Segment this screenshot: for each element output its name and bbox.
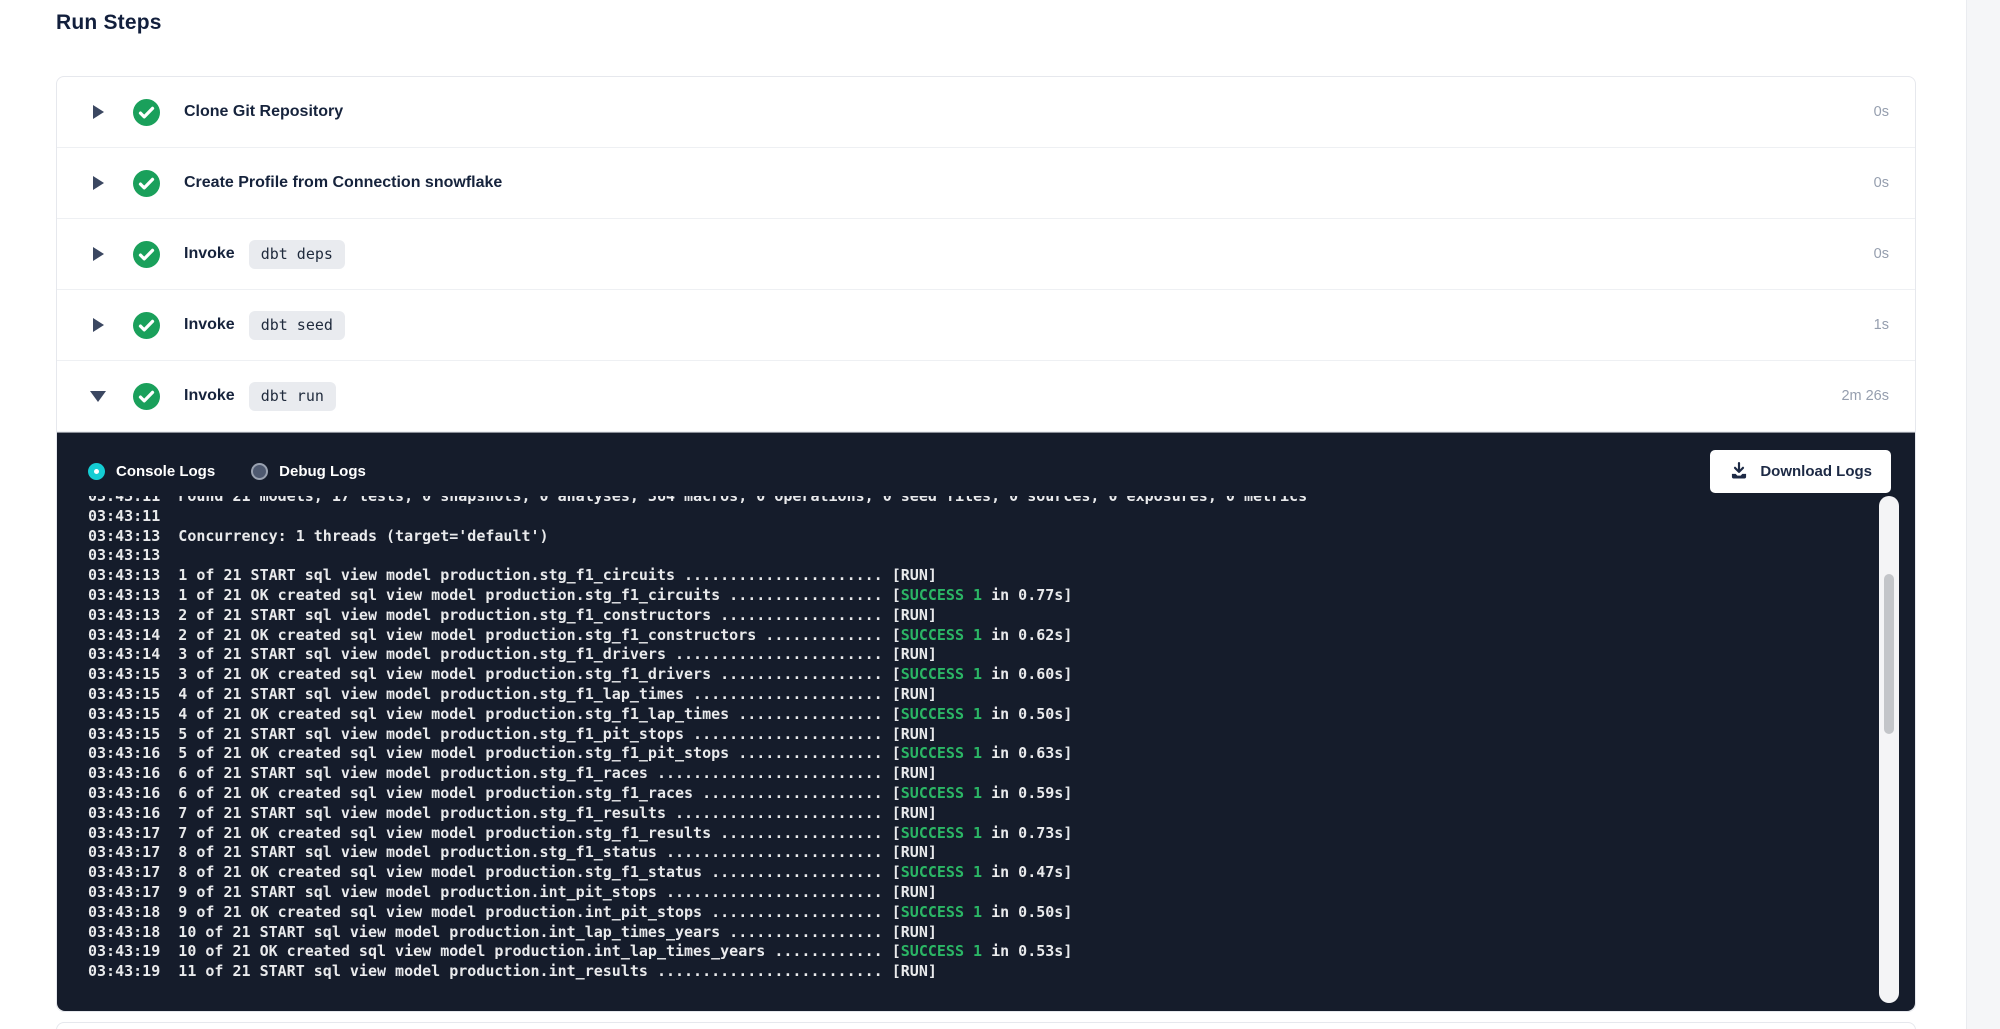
- step-title: Invoke: [184, 316, 235, 334]
- log-line: 03:43:15 3 of 21 OK created sql view mod…: [88, 665, 1871, 685]
- step-title: Invoke: [184, 245, 235, 263]
- step-row-2[interactable]: Create Profile from Connection snowflake…: [57, 148, 1915, 219]
- page-gutter: [1966, 0, 2000, 1029]
- step-command-badge: dbt run: [249, 382, 336, 411]
- download-logs-button[interactable]: Download Logs: [1710, 450, 1891, 493]
- step-row-1[interactable]: Clone Git Repository 0s: [57, 77, 1915, 148]
- radio-unselected-icon[interactable]: [251, 463, 268, 480]
- log-line: 03:43:17 7 of 21 OK created sql view mod…: [88, 824, 1871, 844]
- log-line: 03:43:19 10 of 21 OK created sql view mo…: [88, 942, 1871, 962]
- caret-down-icon[interactable]: [90, 391, 106, 402]
- page: Run Steps Clone Git Repository0sCreate P…: [0, 0, 2000, 1029]
- debug-logs-label: Debug Logs: [279, 463, 366, 480]
- log-line: 03:43:13 2 of 21 START sql view model pr…: [88, 606, 1871, 626]
- step-row-4[interactable]: Invoke dbt seed 1s: [57, 290, 1915, 361]
- log-line: 03:43:16 5 of 21 OK created sql view mod…: [88, 744, 1871, 764]
- log-line: 03:43:17 8 of 21 OK created sql view mod…: [88, 863, 1871, 883]
- caret-right-icon[interactable]: [93, 105, 104, 119]
- step-title: Invoke: [184, 387, 235, 405]
- step-duration: 0s: [1874, 246, 1889, 262]
- step-duration: 2m 26s: [1841, 388, 1889, 404]
- step-command-badge: dbt seed: [249, 311, 345, 340]
- log-line: 03:43:11: [88, 507, 1871, 527]
- download-icon: [1729, 461, 1749, 481]
- success-check-icon: [133, 383, 160, 410]
- page-title: Run Steps: [56, 11, 162, 35]
- caret-right-icon[interactable]: [93, 318, 104, 332]
- log-line: 03:43:13 1 of 21 OK created sql view mod…: [88, 586, 1871, 606]
- log-line: 03:43:15 5 of 21 START sql view model pr…: [88, 725, 1871, 745]
- log-line: 03:43:15 4 of 21 START sql view model pr…: [88, 685, 1871, 705]
- log-line: 03:43:16 6 of 21 OK created sql view mod…: [88, 784, 1871, 804]
- terminal-log[interactable]: 03:43:11 Found 21 models, 17 tests, 0 sn…: [57, 496, 1871, 1011]
- log-line: 03:43:11 Found 21 models, 17 tests, 0 sn…: [88, 496, 1871, 507]
- steps-card-rows: Clone Git Repository0sCreate Profile fro…: [57, 77, 1915, 432]
- step-row-5[interactable]: Invoke dbt run 2m 26s: [57, 361, 1915, 432]
- log-line: 03:43:18 10 of 21 START sql view model p…: [88, 923, 1871, 943]
- step-duration: 1s: [1874, 317, 1889, 333]
- log-line: 03:43:17 9 of 21 START sql view model pr…: [88, 883, 1871, 903]
- logs-panel: Console Logs Debug Logs Download Logs 03…: [57, 432, 1915, 1011]
- log-line: 03:43:14 3 of 21 START sql view model pr…: [88, 645, 1871, 665]
- success-check-icon: [133, 170, 160, 197]
- step-duration: 0s: [1874, 104, 1889, 120]
- next-step-card-partial: [56, 1022, 1916, 1029]
- step-command-badge: dbt deps: [249, 240, 345, 269]
- log-line: 03:43:13: [88, 546, 1871, 566]
- log-line: 03:43:14 2 of 21 OK created sql view mod…: [88, 626, 1871, 646]
- step-duration: 0s: [1874, 175, 1889, 191]
- success-check-icon: [133, 241, 160, 268]
- log-line: 03:43:16 6 of 21 START sql view model pr…: [88, 764, 1871, 784]
- console-logs-label: Console Logs: [116, 463, 215, 480]
- log-line: 03:43:16 7 of 21 START sql view model pr…: [88, 804, 1871, 824]
- logs-panel-header: Console Logs Debug Logs Download Logs: [88, 443, 1891, 499]
- caret-right-icon[interactable]: [93, 176, 104, 190]
- log-line: 03:43:17 8 of 21 START sql view model pr…: [88, 843, 1871, 863]
- log-line: 03:43:15 4 of 21 OK created sql view mod…: [88, 705, 1871, 725]
- console-logs-radio[interactable]: Console Logs: [88, 463, 215, 480]
- step-row-3[interactable]: Invoke dbt deps 0s: [57, 219, 1915, 290]
- success-check-icon: [133, 99, 160, 126]
- log-scrollbar-thumb[interactable]: [1884, 574, 1894, 734]
- caret-right-icon[interactable]: [93, 247, 104, 261]
- run-steps-card: Clone Git Repository0sCreate Profile fro…: [56, 76, 1916, 1012]
- download-logs-label: Download Logs: [1760, 463, 1872, 480]
- log-line: 03:43:13 1 of 21 START sql view model pr…: [88, 566, 1871, 586]
- step-title: Clone Git Repository: [184, 103, 343, 121]
- debug-logs-radio[interactable]: Debug Logs: [251, 463, 366, 480]
- log-scrollbar-track[interactable]: [1879, 496, 1899, 1003]
- success-check-icon: [133, 312, 160, 339]
- log-line: 03:43:18 9 of 21 OK created sql view mod…: [88, 903, 1871, 923]
- radio-selected-icon[interactable]: [88, 463, 105, 480]
- log-line: 03:43:13 Concurrency: 1 threads (target=…: [88, 527, 1871, 547]
- step-title: Create Profile from Connection snowflake: [184, 174, 502, 192]
- log-line: 03:43:19 11 of 21 START sql view model p…: [88, 962, 1871, 982]
